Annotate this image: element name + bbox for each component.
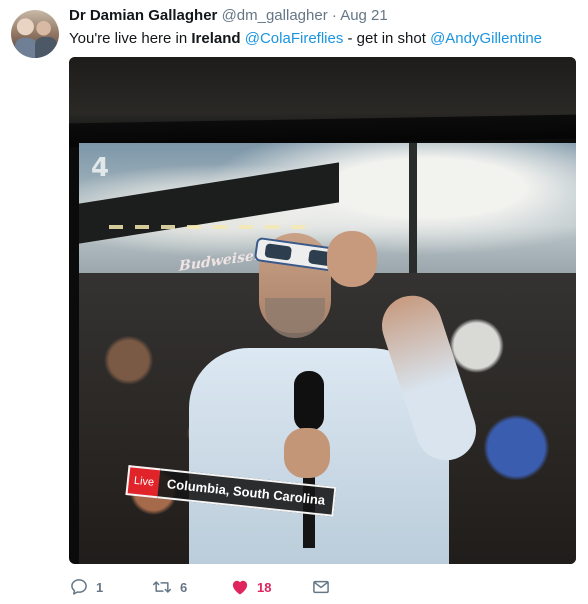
tweet-header: Dr Damian Gallagher @dm_gallagher · Aug … <box>69 7 388 24</box>
stadium-lights <box>109 225 309 229</box>
tv-screen: 4 Budweiser Live Columbia, South Carolin… <box>79 143 576 564</box>
mention-andygillentine[interactable]: @AndyGillentine <box>430 30 542 47</box>
heart-icon <box>230 577 250 597</box>
reply-count: 1 <box>96 579 104 595</box>
direct-message-button[interactable] <box>311 576 331 598</box>
envelope-icon <box>311 577 331 597</box>
live-label: Live <box>125 465 161 499</box>
channel-4-logo: 4 <box>91 153 110 183</box>
reply-icon <box>69 577 89 597</box>
like-count: 18 <box>257 579 272 595</box>
avatar-figure-left <box>15 38 37 58</box>
tweet-photo[interactable]: 4 Budweiser Live Columbia, South Carolin… <box>69 57 576 564</box>
tweet: Dr Damian Gallagher @dm_gallagher · Aug … <box>0 0 588 604</box>
avatar[interactable] <box>11 10 59 58</box>
author-handle[interactable]: @dm_gallagher <box>222 7 328 24</box>
author-name[interactable]: Dr Damian Gallagher <box>69 7 217 24</box>
tweet-text-bold: Ireland <box>191 30 241 47</box>
header-separator: · <box>331 7 337 24</box>
tweet-actions: 1 6 18 <box>69 576 369 598</box>
tweet-date[interactable]: Aug 21 <box>340 7 388 24</box>
reply-button[interactable]: 1 <box>69 576 103 598</box>
microphone <box>294 371 324 431</box>
mention-colafireflies[interactable]: @ColaFireflies <box>245 30 344 47</box>
retweet-button[interactable]: 6 <box>151 576 187 598</box>
tweet-text-part: You're live here in <box>69 30 192 47</box>
light-pole <box>409 143 417 283</box>
presenter-hand <box>327 231 377 287</box>
presenter-fist <box>284 428 330 478</box>
like-button[interactable]: 18 <box>230 576 271 598</box>
retweet-count: 6 <box>180 579 188 595</box>
retweet-icon <box>151 577 173 597</box>
tweet-text: You're live here in Ireland @ColaFirefli… <box>69 30 542 47</box>
avatar-figure-right <box>35 37 57 58</box>
tweet-text-part: - get in shot <box>343 30 431 47</box>
